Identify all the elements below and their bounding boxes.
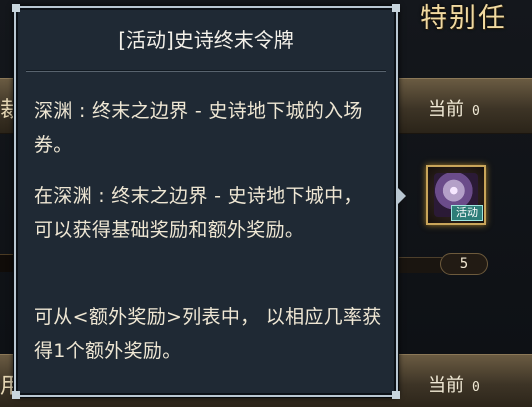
tooltip-title: [活动]史诗终末令牌 <box>118 28 294 52</box>
item-tooltip: [活动]史诗终末令牌 深渊 : 终末之边界 - 史诗地下城的入场券。 在深渊 :… <box>12 4 400 399</box>
item-slot[interactable]: 活动 <box>426 165 486 225</box>
event-badge: 活动 <box>451 205 483 221</box>
tooltip-description-2: 在深渊 : 终末之边界 - 史诗地下城中， 可以获得基础奖励和额外奖励。 <box>34 185 363 241</box>
row-b-current-label: 当前 <box>428 375 464 396</box>
row-a-current: 当前 0 <box>428 95 480 121</box>
tooltip-pointer-icon <box>396 186 406 206</box>
tooltip-description-1: 深渊 : 终末之边界 - 史诗地下城的入场券。 <box>34 100 363 156</box>
tooltip-description-3: 可从<额外奖励>列表中， 以相应几率获得1个额外奖励。 <box>34 306 382 362</box>
row-a-current-value: 0 <box>472 104 480 119</box>
right-progress-bar <box>398 257 442 273</box>
tooltip-corner <box>12 391 20 399</box>
tooltip-corner <box>392 391 400 399</box>
tooltip-corner <box>392 4 400 12</box>
tooltip-divider <box>26 70 386 72</box>
row-b-current-value: 0 <box>472 380 480 395</box>
row-a-current-label: 当前 <box>428 99 464 120</box>
item-count: 5 <box>440 253 488 275</box>
row-b-current: 当前 0 <box>428 371 480 397</box>
tooltip-corner <box>12 4 20 12</box>
window-title: 特别任 <box>420 3 507 34</box>
